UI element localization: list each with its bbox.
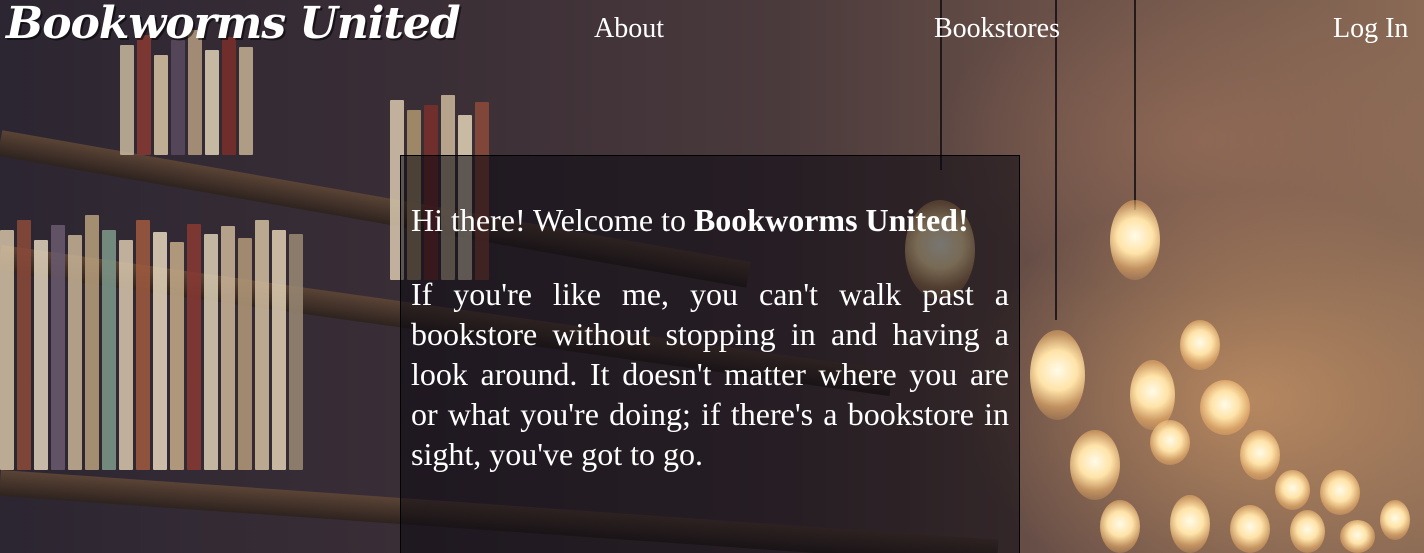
lamp-wire-decoration	[1055, 0, 1057, 320]
brand-name: Bookworms United!	[693, 202, 969, 238]
nav-link-bookstores[interactable]: Bookstores	[934, 13, 1060, 45]
light-bulb-decoration	[1100, 500, 1140, 553]
light-bulb-decoration	[1230, 505, 1270, 553]
light-bulb-decoration	[1290, 510, 1325, 553]
light-bulb-decoration	[1200, 380, 1250, 435]
light-bulb-decoration	[1275, 470, 1310, 510]
light-bulb-decoration	[1170, 495, 1210, 553]
welcome-text: Hi there! Welcome to	[411, 202, 694, 238]
light-bulb-decoration	[1180, 320, 1220, 370]
light-bulb-decoration	[1150, 420, 1190, 465]
light-bulb-decoration	[1030, 330, 1085, 420]
intro-card: Hi there! Welcome to Bookworms United! I…	[400, 155, 1020, 553]
site-logo[interactable]: Bookworms United	[6, 0, 461, 49]
light-bulb-decoration	[1240, 430, 1280, 480]
nav-link-about[interactable]: About	[594, 13, 664, 45]
light-bulb-decoration	[1110, 200, 1160, 280]
intro-paragraph: If you're like me, you can't walk past a…	[411, 276, 1009, 472]
light-bulb-decoration	[1340, 520, 1375, 553]
light-bulb-decoration	[1320, 470, 1360, 515]
light-bulb-decoration	[1380, 500, 1410, 540]
light-bulb-decoration	[1070, 430, 1120, 500]
lamp-wire-decoration	[1134, 0, 1136, 210]
books-decoration	[0, 215, 303, 470]
welcome-heading: Hi there! Welcome to Bookworms United!	[411, 200, 1009, 240]
nav-link-log-in[interactable]: Log In	[1333, 13, 1408, 45]
